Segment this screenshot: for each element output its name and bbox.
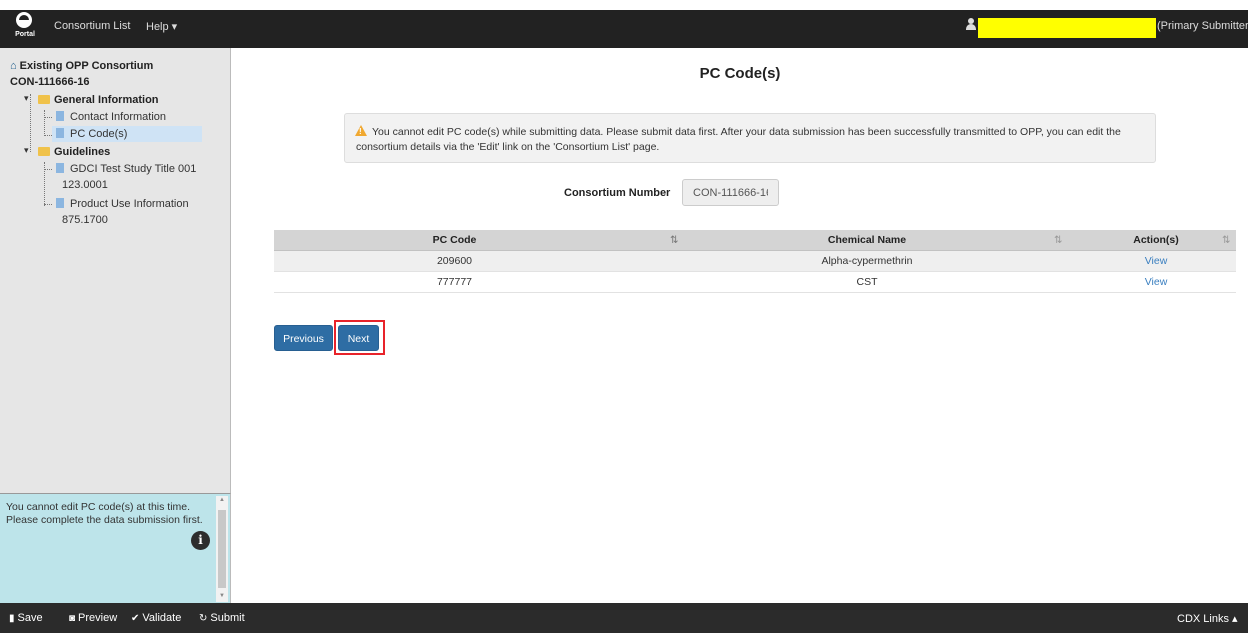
tree-connector — [30, 94, 31, 152]
warning-alert: You cannot edit PC code(s) while submitt… — [344, 113, 1156, 163]
top-strip — [0, 0, 1248, 10]
info-icon: i — [191, 531, 210, 550]
view-link[interactable]: View — [1112, 272, 1200, 293]
tree-root-id: CON-111666-16 — [10, 76, 90, 88]
table-row: 777777 CST View — [274, 272, 1236, 293]
column-header-pc-code[interactable]: PC Code — [274, 230, 635, 251]
user-role: (Primary Submitter) — [1157, 20, 1248, 32]
document-icon — [56, 111, 64, 121]
tree-root[interactable]: ⌂ Existing OPP Consortium CON-111666-16 — [10, 58, 153, 90]
check-icon: ✔ — [131, 613, 140, 624]
collapse-icon[interactable]: ▾ — [24, 145, 29, 156]
save-button[interactable]: ▮ Save — [9, 612, 43, 624]
nav-help-menu[interactable]: Help ▾ — [146, 20, 177, 33]
folder-icon — [38, 147, 50, 156]
document-icon — [56, 163, 64, 173]
preview-button[interactable]: ◙ Preview — [69, 612, 117, 624]
table-row: 209600 Alpha-cypermethrin View — [274, 251, 1236, 272]
cdx-links-menu[interactable]: CDX Links ▴ — [1177, 612, 1238, 625]
column-header-actions[interactable]: Action(s) — [1112, 230, 1200, 251]
cell-pc-code: 209600 — [436, 255, 473, 267]
page-title: PC Code(s) — [699, 65, 781, 82]
view-link[interactable]: View — [1112, 251, 1200, 272]
tree-node-guidelines[interactable]: Guidelines — [38, 144, 110, 160]
globe-icon — [16, 12, 32, 28]
table-header: PC Code ⇅ Chemical Name ⇅ Action(s) ⇅ — [274, 230, 1236, 251]
help-scrollbar[interactable]: ▲ ▼ — [216, 496, 228, 602]
next-button-highlight — [334, 320, 385, 355]
tree-node-contact-information[interactable]: Contact Information — [56, 109, 166, 125]
cell-pc-code: 777777 — [436, 276, 473, 288]
column-header-chemical-name[interactable]: Chemical Name — [657, 230, 1077, 251]
bottom-toolbar: ▮ Save ◙ Preview ✔ Validate ↻ Submit CDX Lin… — [0, 603, 1248, 633]
submit-button[interactable]: ↻ Submit — [199, 612, 245, 624]
help-panel: You cannot edit PC code(s) at this time.… — [0, 493, 231, 603]
previous-button[interactable]: Previous — [274, 325, 333, 351]
scroll-thumb[interactable] — [218, 510, 226, 588]
sidebar-tree: ⌂ Existing OPP Consortium CON-111666-16 ▾… — [0, 48, 231, 493]
tree-node-guideline-1[interactable]: GDCI Test Study Title 001 123.0001 — [56, 161, 196, 193]
validate-button[interactable]: ✔ Validate — [131, 612, 181, 624]
cell-chemical-name: Alpha-cypermethrin — [821, 255, 913, 267]
tree-node-guideline-2[interactable]: Product Use Information 875.1700 — [56, 196, 189, 228]
nav-consortium-list[interactable]: Consortium List — [54, 20, 130, 32]
cell-chemical-name: CST — [856, 276, 878, 288]
logo-text: Portal — [15, 31, 35, 38]
submit-icon: ↻ — [199, 613, 208, 624]
sort-icon[interactable]: ⇅ — [1054, 230, 1062, 251]
portal-logo[interactable]: Portal — [8, 12, 42, 46]
alert-text: You cannot edit PC code(s) while submitt… — [356, 126, 1121, 153]
collapse-icon[interactable]: ▾ — [24, 93, 29, 104]
save-icon: ▮ — [9, 613, 15, 624]
folder-icon — [38, 95, 50, 104]
sort-icon[interactable]: ⇅ — [1222, 230, 1230, 251]
tree-root-label: Existing OPP Consortium — [19, 60, 154, 72]
scroll-down-icon[interactable]: ▼ — [218, 593, 226, 599]
user-icon — [966, 18, 976, 30]
consortium-number-label: Consortium Number — [564, 187, 671, 199]
top-navbar: Portal Consortium List Help ▾ (Primary S… — [0, 0, 1248, 48]
tree-node-pc-codes[interactable]: PC Code(s) — [56, 126, 127, 142]
camera-icon: ◙ — [69, 613, 76, 624]
consortium-number-field[interactable] — [682, 179, 779, 206]
tree-node-general-information[interactable]: General Information — [38, 92, 159, 108]
document-icon — [56, 128, 64, 138]
user-name-redacted — [978, 18, 1156, 38]
pc-code-table: PC Code ⇅ Chemical Name ⇅ Action(s) ⇅ 20… — [274, 230, 1236, 293]
help-text: You cannot edit PC code(s) at this time.… — [6, 501, 203, 526]
tree-connector — [44, 110, 45, 136]
scroll-up-icon[interactable]: ▲ — [218, 497, 226, 503]
home-icon: ⌂ — [10, 60, 17, 72]
document-icon — [56, 198, 64, 208]
